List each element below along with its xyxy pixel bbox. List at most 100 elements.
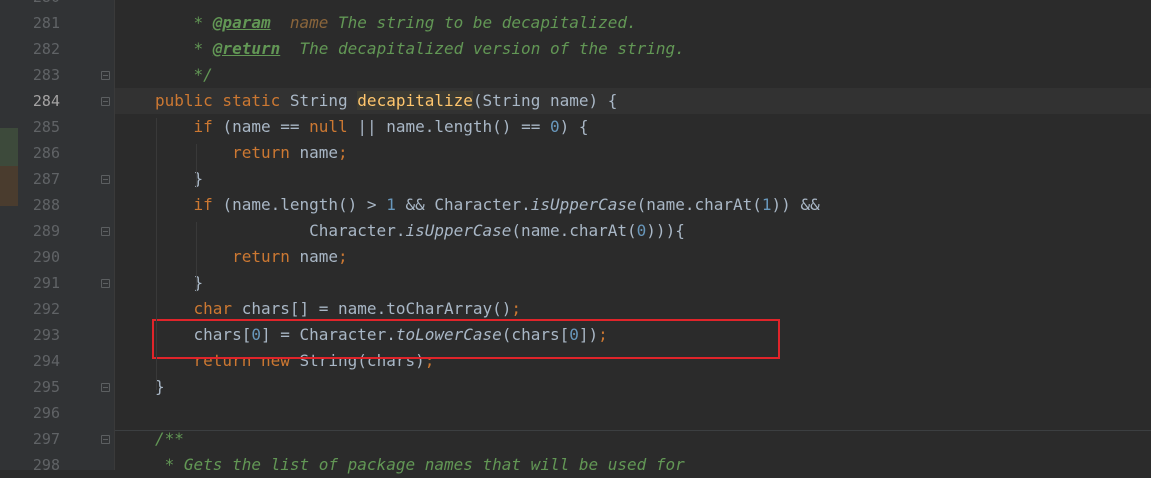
code-token: ) { <box>559 117 589 136</box>
code-token: ; <box>338 247 348 266</box>
fold-toggle-icon[interactable] <box>101 227 110 236</box>
code-line[interactable] <box>115 400 1151 426</box>
left-tool-strip <box>0 0 18 470</box>
code-token: (String name) { <box>472 91 618 110</box>
line-number: 294 <box>32 352 60 370</box>
code-token: (name == <box>222 117 310 136</box>
code-token: String <box>289 91 358 110</box>
line-number: 292 <box>32 300 60 318</box>
code-line[interactable]: public static String decapitalize(String… <box>115 88 1151 114</box>
code-token: /** <box>155 429 184 448</box>
code-token: (name.charAt( <box>511 221 637 240</box>
code-token: @return <box>212 39 281 58</box>
line-number: 284 <box>32 92 60 110</box>
indent-guide <box>156 118 157 390</box>
code-token: public static <box>155 91 290 110</box>
code-token: Character. <box>155 221 406 240</box>
code-line[interactable]: Character.isUpperCase(name.charAt(0))){ <box>115 218 1151 244</box>
fold-toggle-icon[interactable] <box>101 435 110 444</box>
code-line[interactable]: return name; <box>115 244 1151 270</box>
method-separator <box>115 430 1151 431</box>
code-text: * Gets the list of package names that wi… <box>155 452 685 478</box>
code-token: && Character. <box>395 195 531 214</box>
line-number: 298 <box>32 456 60 474</box>
code-token: 1 <box>761 195 772 214</box>
code-token: (name.length() > <box>222 195 387 214</box>
indent-guide <box>196 222 197 292</box>
line-number: 288 <box>32 196 60 214</box>
fold-toggle-icon[interactable] <box>101 383 110 392</box>
line-number: 282 <box>32 40 60 58</box>
code-text: Character.isUpperCase(name.charAt(0))){ <box>155 218 685 244</box>
code-line[interactable]: if (name == null || name.length() == 0) … <box>115 114 1151 140</box>
code-line[interactable]: */ <box>115 62 1151 88</box>
code-token: The decapitalized version of the string. <box>280 39 685 58</box>
fold-toggle-icon[interactable] <box>101 71 110 80</box>
code-token: )) && <box>771 195 820 214</box>
code-token: name <box>299 143 339 162</box>
fold-toggle-icon[interactable] <box>101 97 110 106</box>
code-text: return name; <box>155 244 348 270</box>
code-token: * <box>155 13 213 32</box>
code-text: return name; <box>155 140 348 166</box>
code-token: return <box>232 143 300 162</box>
code-token: return <box>232 247 300 266</box>
code-line[interactable]: * Gets the list of package names that wi… <box>115 452 1151 478</box>
line-number: 290 <box>32 248 60 266</box>
line-number: 296 <box>32 404 60 422</box>
code-text: */ <box>155 62 213 88</box>
fold-toggle-icon[interactable] <box>101 175 110 184</box>
code-text: if (name.length() > 1 && Character.isUpp… <box>155 192 820 218</box>
code-text: if (name == null || name.length() == 0) … <box>155 114 589 140</box>
code-token: 0 <box>549 117 560 136</box>
code-line[interactable]: } <box>115 270 1151 296</box>
code-line[interactable]: } <box>115 166 1151 192</box>
code-token: ; <box>338 143 348 162</box>
line-number: 281 <box>32 14 60 32</box>
indent-guide <box>196 144 197 188</box>
code-token: * <box>155 39 213 58</box>
code-text: public static String decapitalize(String… <box>155 88 617 114</box>
vcs-change-marker <box>0 166 18 206</box>
vcs-change-marker <box>0 128 18 166</box>
code-token: ))){ <box>646 221 685 240</box>
code-line[interactable]: } <box>115 374 1151 400</box>
line-number: 285 <box>32 118 60 136</box>
line-number: 283 <box>32 66 60 84</box>
code-token: 0 <box>636 221 647 240</box>
code-token: if <box>193 117 223 136</box>
code-editor[interactable]: * * @param name The string to be decapit… <box>115 0 1151 474</box>
code-line[interactable]: * <box>115 0 1151 10</box>
code-token: chars[] = name.toCharArray() <box>241 299 512 318</box>
code-token: decapitalize <box>357 91 473 110</box>
code-token: isUpperCase <box>530 195 637 214</box>
line-number: 287 <box>32 170 60 188</box>
line-number: 297 <box>32 430 60 448</box>
highlight-box <box>152 319 780 359</box>
code-text: * <box>155 0 204 10</box>
code-token: */ <box>155 65 213 84</box>
code-token: char <box>193 299 242 318</box>
code-token: name <box>299 247 339 266</box>
code-token: * <box>155 0 204 6</box>
fold-toggle-icon[interactable] <box>101 279 110 288</box>
code-token: * Gets the list of package names that wi… <box>155 455 685 474</box>
code-line[interactable]: if (name.length() > 1 && Character.isUpp… <box>115 192 1151 218</box>
code-line[interactable]: * @param name The string to be decapital… <box>115 10 1151 36</box>
code-token: name <box>289 13 329 32</box>
code-line[interactable]: * @return The decapitalized version of t… <box>115 36 1151 62</box>
code-token: ; <box>511 299 522 318</box>
line-number: 289 <box>32 222 60 240</box>
code-token: || name.length() == <box>357 117 550 136</box>
line-number: 293 <box>32 326 60 344</box>
code-line[interactable]: return name; <box>115 140 1151 166</box>
line-number: 291 <box>32 274 60 292</box>
line-number: 280 <box>18 0 60 10</box>
line-number: 286 <box>32 144 60 162</box>
